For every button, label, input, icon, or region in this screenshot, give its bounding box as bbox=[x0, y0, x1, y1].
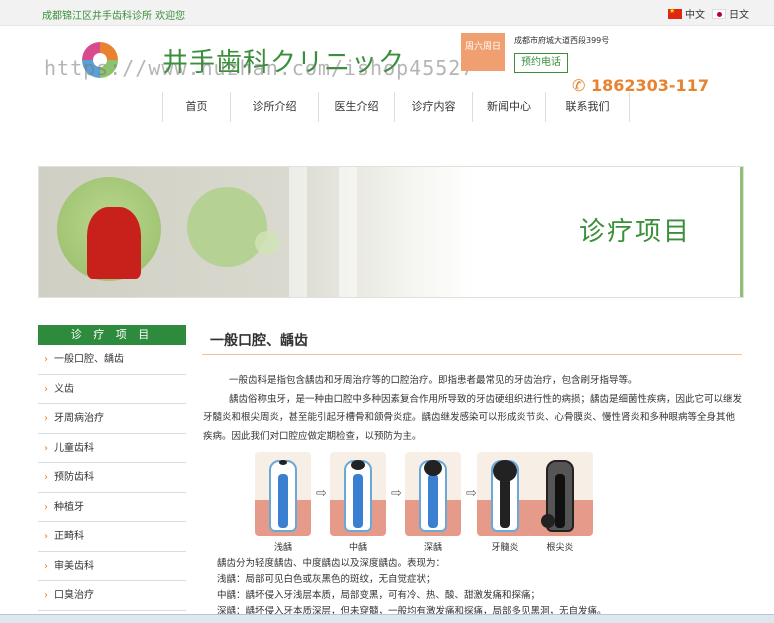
content-title: 一般口腔、龋齿 bbox=[210, 333, 308, 349]
sidebar-item-label: 儿童齿科 bbox=[54, 442, 94, 454]
tooth-stage-image bbox=[477, 452, 533, 536]
chevron-right-icon: › bbox=[44, 354, 48, 365]
arrow-right-icon: ⇨ bbox=[466, 486, 477, 501]
tooth-stage-label: 深龋 bbox=[423, 543, 442, 553]
sidebar-item[interactable]: › 一般口腔、龋齿 bbox=[38, 345, 186, 375]
sidebar-item-label: 审美齿科 bbox=[54, 560, 94, 572]
chevron-right-icon: › bbox=[44, 560, 48, 572]
banner-accent-bar bbox=[740, 167, 743, 297]
sidebar-item[interactable]: › 儿童齿科 bbox=[38, 434, 186, 463]
main-nav: 首页 诊所介绍 医生介绍 诊疗内容 新闻中心 联系我们 bbox=[162, 92, 630, 122]
description-line: 龋齿分为轻度龋齿、中度龋齿以及深度龋齿。表现为： bbox=[217, 558, 446, 569]
sidebar-item[interactable]: › 审美齿科 bbox=[38, 552, 186, 581]
japan-flag-icon bbox=[712, 8, 726, 19]
nav-item-clinic-intro[interactable]: 诊所介绍 bbox=[231, 92, 319, 122]
china-flag-icon bbox=[668, 7, 682, 19]
chevron-right-icon: › bbox=[44, 590, 48, 601]
intro-paragraph-2: 龋齿俗称虫牙，是一种由口腔中多种因素复合作用所导致的牙齿硬组织进行性的病损；龋齿… bbox=[203, 393, 743, 442]
watermark-text: https://www.huzhan.com/ishop45527 bbox=[44, 56, 475, 80]
caries-description: 龋齿分为轻度龋齿、中度龋齿以及深度龋齿。表现为： 浅龋：局部可见白色或灰黑色的斑… bbox=[217, 556, 737, 620]
tooth-stage-label: 根尖炎 bbox=[546, 543, 574, 553]
intro-paragraph-1: 一般齿科是指包含龋齿和牙周治疗等的口腔治疗。即指患者最常见的牙齿治疗，包含刷牙指… bbox=[229, 375, 638, 386]
sidebar-item[interactable]: › 牙周病治疗 bbox=[38, 404, 186, 434]
browser-status-bar bbox=[0, 614, 774, 623]
sidebar-heading: 诊 疗 项 目 bbox=[38, 325, 186, 345]
treatment-sidebar: 诊 疗 项 目 › 一般口腔、龋齿 › 义齿 › 牙周病治疗 › 儿童齿科 › 预防齿科 … bbox=[38, 325, 186, 611]
sidebar-item-label: 一般口腔、龋齿 bbox=[54, 354, 124, 365]
tooth-stage-image bbox=[405, 452, 461, 536]
tooth-stage-image bbox=[527, 452, 593, 536]
arrow-right-icon: ⇨ bbox=[391, 486, 402, 501]
lang-japanese-label: 日文 bbox=[729, 10, 749, 21]
tooth-stage-label: 浅龋 bbox=[273, 543, 292, 553]
sidebar-item-label: 义齿 bbox=[54, 383, 74, 395]
tooth-stage-label: 中龋 bbox=[348, 543, 367, 553]
sidebar-item-label: 口臭治疗 bbox=[54, 590, 94, 601]
tooth-decay-diagram: ⇨ ⇨ ⇨ ⇨ 浅龋 中龋 深龋 牙髓炎 根尖炎 bbox=[255, 450, 595, 554]
lang-chinese-label: 中文 bbox=[685, 10, 705, 21]
chevron-right-icon: › bbox=[44, 501, 48, 513]
banner-pillar bbox=[289, 167, 307, 297]
hours-badge: 周六周日 bbox=[461, 33, 505, 71]
page-banner: 诊疗项目 bbox=[38, 166, 744, 298]
banner-title: 诊疗项目 bbox=[579, 217, 692, 247]
sidebar-item[interactable]: › 正畸科 bbox=[38, 522, 186, 552]
sidebar-item[interactable]: › 预防齿科 bbox=[38, 463, 186, 493]
chevron-right-icon: › bbox=[44, 472, 48, 483]
banner-chair-image bbox=[87, 207, 141, 279]
tooth-stage-image bbox=[255, 452, 311, 536]
intro-paragraph: 一般齿科是指包含龋齿和牙周治疗等的口腔治疗。即指患者最常见的牙齿治疗，包含刷牙指… bbox=[203, 372, 743, 446]
nav-item-contact[interactable]: 联系我们 bbox=[546, 92, 630, 122]
welcome-text: 成都锦江区井手齿科诊所 欢迎您 bbox=[42, 11, 186, 22]
sidebar-item-label: 种植牙 bbox=[54, 501, 84, 513]
chevron-right-icon: › bbox=[44, 531, 48, 542]
reserve-phone-button[interactable]: 预约电话 bbox=[514, 53, 568, 73]
banner-pillar bbox=[339, 167, 357, 297]
sidebar-item[interactable]: › 种植牙 bbox=[38, 493, 186, 522]
sidebar-item[interactable]: › 义齿 bbox=[38, 375, 186, 404]
sidebar-item[interactable]: › 口臭治疗 bbox=[38, 581, 186, 611]
nav-item-treatments[interactable]: 诊疗内容 bbox=[395, 92, 473, 122]
sidebar-item-label: 牙周病治疗 bbox=[54, 413, 104, 424]
top-bar: 成都锦江区井手齿科诊所 欢迎您 中文 日文 bbox=[0, 0, 774, 26]
lang-chinese-link[interactable]: 中文 bbox=[668, 6, 705, 21]
nav-item-news[interactable]: 新闻中心 bbox=[473, 92, 546, 122]
description-line: 浅龋：局部可见白色或灰黑色的斑纹，无自觉症状； bbox=[217, 574, 436, 585]
chevron-right-icon: › bbox=[44, 413, 48, 424]
tooth-stage-image bbox=[330, 452, 386, 536]
chevron-right-icon: › bbox=[44, 442, 48, 454]
banner-decor-circle bbox=[255, 231, 279, 255]
sidebar-item-label: 正畸科 bbox=[54, 531, 84, 542]
description-line: 中龋：龋坏侵入牙浅层本质，局部变黑，可有冷、热、酸、甜激发痛和探痛； bbox=[217, 590, 541, 601]
lang-japanese-link[interactable]: 日文 bbox=[712, 6, 749, 21]
banner-decor-circle bbox=[187, 187, 267, 267]
nav-item-home[interactable]: 首页 bbox=[162, 92, 231, 122]
sidebar-item-label: 预防齿科 bbox=[54, 472, 94, 483]
title-divider bbox=[202, 354, 742, 355]
tooth-stage-label: 牙髓炎 bbox=[491, 543, 519, 553]
chevron-right-icon: › bbox=[44, 383, 48, 395]
nav-item-doctors[interactable]: 医生介绍 bbox=[319, 92, 395, 122]
clinic-address: 成都市府城大道西段399号 bbox=[514, 36, 610, 45]
arrow-right-icon: ⇨ bbox=[316, 486, 327, 501]
